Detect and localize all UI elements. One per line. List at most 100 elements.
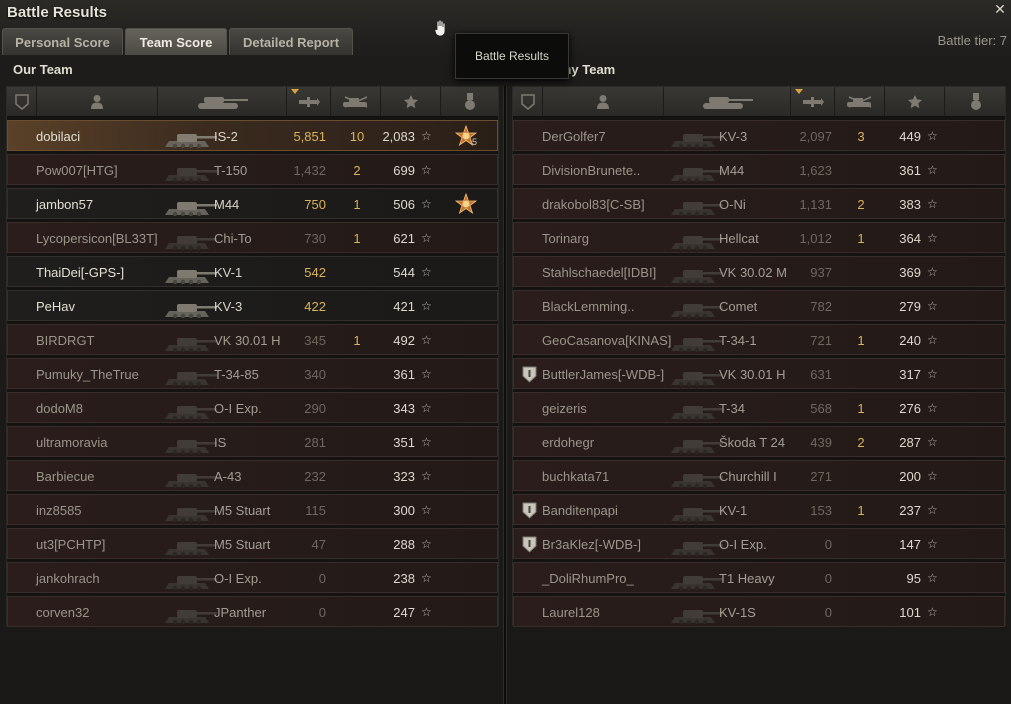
tab-personal-score[interactable]: Personal Score [2,28,123,55]
table-row[interactable]: Barbiecue A-43 232 323 ☆ [7,460,498,491]
close-icon[interactable]: ✕ [993,2,1007,16]
player-name[interactable]: Br3aKlez[-WDB-] [542,529,641,560]
player-name[interactable]: erdohegr [542,427,594,458]
table-row[interactable]: jankohrach O-I Exp. 0 238 ☆ [7,562,498,593]
xp-value: 240 [899,333,921,348]
table-row[interactable]: erdohegr Škoda T 24 439 2 287 ☆ [513,426,1005,457]
platoon-icon [522,536,537,553]
table-row[interactable]: geizeris T-34 568 1 276 ☆ [513,392,1005,423]
table-row[interactable]: jambon57 M44 750 1 506 ☆ [7,188,498,219]
damage-icon [802,97,824,107]
tank-icon [669,259,725,287]
platoon-icon [522,366,537,383]
table-row[interactable]: Torinarg Hellcat 1,012 1 364 ☆ [513,222,1005,253]
player-name[interactable]: inz8585 [36,495,82,526]
table-row[interactable]: Pow007[HTG] T-150 1,432 2 699 ☆ [7,154,498,185]
player-name[interactable]: drakobol83[C-SB] [542,189,645,220]
player-name[interactable]: DivisionBrunete.. [542,155,640,186]
table-row[interactable]: Laurel128 KV-1S 0 101 ☆ [513,596,1005,627]
table-row[interactable]: ThaiDei[-GPS-] KV-1 542 544 ☆ [7,256,498,287]
vehicle-name: T-34-85 [214,367,259,382]
column-header-damage[interactable] [791,87,835,117]
table-row[interactable]: DerGolfer7 KV-3 2,097 3 449 ☆ [513,120,1005,151]
player-name[interactable]: jambon57 [36,189,93,220]
player-name[interactable]: ButtlerJames[-WDB-] [542,359,664,390]
table-row[interactable]: dodoM8 O-I Exp. 290 343 ☆ [7,392,498,423]
player-name[interactable]: Banditenpapi [542,495,618,526]
tab-team-score[interactable]: Team Score [125,28,227,55]
column-header-tank[interactable] [664,87,791,117]
table-row[interactable]: inz8585 M5 Stuart 115 300 ☆ [7,494,498,525]
table-row[interactable]: Stahlschaedel[IDBI] VK 30.02 M 937 369 ☆ [513,256,1005,287]
medal-icon[interactable] [454,192,478,215]
column-header-tank[interactable] [158,87,287,117]
table-row[interactable]: BlackLemming.. Comet 782 279 ☆ [513,290,1005,321]
column-header-platoon[interactable] [513,87,543,117]
column-header-player[interactable] [543,87,664,117]
kills-value [836,155,886,186]
table-row[interactable]: Lycopersicon[BL33T] Chi-To 730 1 621 ☆ [7,222,498,253]
column-header-kills[interactable] [835,87,885,117]
table-row[interactable]: drakobol83[C-SB] O-Ni 1,131 2 383 ☆ [513,188,1005,219]
table-row[interactable]: buchkata71 Churchill I 271 200 ☆ [513,460,1005,491]
star-icon: ☆ [927,333,938,347]
player-name[interactable]: dobilaci [36,121,80,152]
player-name[interactable]: Pumuky_TheTrue [36,359,139,390]
damage-value: 0 [318,605,326,620]
column-header-kills[interactable] [331,87,381,117]
table-row[interactable]: dobilaci IS-2 5,851 10 2,083 ☆ 5 [7,120,498,151]
tab-detailed-report[interactable]: Detailed Report [229,28,353,55]
table-row[interactable]: ultramoravia IS 281 351 ☆ [7,426,498,457]
table-row[interactable]: PeHav KV-3 422 421 ☆ [7,290,498,321]
player-name[interactable]: Barbiecue [36,461,95,492]
star-icon: ☆ [927,231,938,245]
player-name[interactable]: Laurel128 [542,597,600,628]
tank-icon [163,123,219,151]
table-row[interactable]: ut3[PCHTP] M5 Stuart 47 288 ☆ [7,528,498,559]
column-header-medal[interactable] [945,87,1007,117]
table-row[interactable]: Br3aKlez[-WDB-] O-I Exp. 0 147 ☆ [513,528,1005,559]
column-header-xp-star[interactable] [381,87,441,117]
xp-value: 449 [899,129,921,144]
player-name[interactable]: corven32 [36,597,89,628]
table-row[interactable]: DivisionBrunete.. M44 1,623 361 ☆ [513,154,1005,185]
player-name[interactable]: Torinarg [542,223,589,254]
kills-value: 10 [349,129,365,144]
column-header-player[interactable] [37,87,158,117]
damage-value: 439 [810,435,832,450]
column-header-platoon[interactable] [7,87,37,117]
player-name[interactable]: Lycopersicon[BL33T] [36,223,158,254]
table-row[interactable]: corven32 JPanther 0 247 ☆ [7,596,498,627]
player-name[interactable]: DerGolfer7 [542,121,606,152]
kills-value: 2 [353,163,361,178]
xp-value: 361 [899,163,921,178]
player-name[interactable]: BIRDRGT [36,325,95,356]
kills-value [836,359,886,390]
player-name[interactable]: GeoCasanova[KINAS] [542,325,671,356]
player-name[interactable]: PeHav [36,291,75,322]
table-row[interactable]: _DoliRhumPro_ T1 Heavy 0 95 ☆ [513,562,1005,593]
player-name[interactable]: jankohrach [36,563,100,594]
sort-indicator-icon [795,89,803,94]
player-name[interactable]: Pow007[HTG] [36,155,118,186]
column-header-damage[interactable] [287,87,331,117]
table-row[interactable]: BIRDRGT VK 30.01 H 345 1 492 ☆ [7,324,498,355]
player-name[interactable]: Stahlschaedel[IDBI] [542,257,656,288]
damage-value: 1,623 [799,163,832,178]
table-row[interactable]: Banditenpapi KV-1 153 1 237 ☆ [513,494,1005,525]
player-name[interactable]: dodoM8 [36,393,83,424]
table-row[interactable]: GeoCasanova[KINAS] T-34-1 721 1 240 ☆ [513,324,1005,355]
player-name[interactable]: ultramoravia [36,427,108,458]
medal-icon [970,93,981,110]
player-name[interactable]: BlackLemming.. [542,291,634,322]
column-header-medal[interactable] [441,87,500,117]
player-name[interactable]: ut3[PCHTP] [36,529,105,560]
column-header-xp-star[interactable] [885,87,945,117]
player-name[interactable]: geizeris [542,393,587,424]
table-row[interactable]: Pumuky_TheTrue T-34-85 340 361 ☆ [7,358,498,389]
player-name[interactable]: buchkata71 [542,461,609,492]
table-row[interactable]: ButtlerJames[-WDB-] VK 30.01 H 631 317 ☆ [513,358,1005,389]
player-name[interactable]: _DoliRhumPro_ [542,563,634,594]
player-name[interactable]: ThaiDei[-GPS-] [36,257,124,288]
tank-icon [669,123,725,151]
